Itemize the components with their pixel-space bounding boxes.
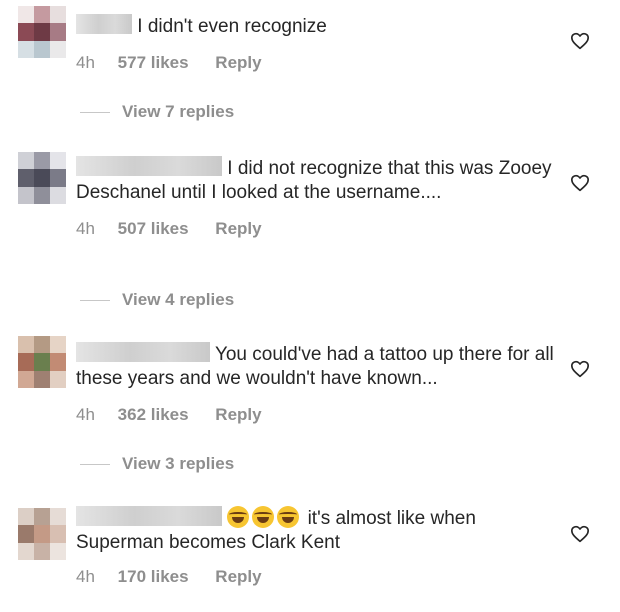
face-with-tears-of-joy-icon [252,506,275,528]
face-with-tears-of-joy-icon [227,506,250,528]
blurred-username[interactable] [76,506,222,526]
comment-meta: 4h 507 likes Reply [76,219,556,239]
blurred-username[interactable] [76,156,222,176]
comment-body: it's almost like when Superman becomes C… [76,506,556,587]
comment-meta: 4h 577 likes Reply [76,53,556,73]
blurred-username[interactable] [76,342,210,362]
blurred-username[interactable] [76,14,132,34]
comment-time: 4h [76,405,95,424]
comment-time: 4h [76,53,95,72]
heart-icon[interactable] [570,525,590,543]
avatar[interactable] [18,152,66,204]
comment-meta: 4h 170 likes Reply [76,567,556,587]
comment-time: 4h [76,567,95,586]
replies-divider [80,300,110,302]
replies-divider [80,112,110,114]
reply-button[interactable]: Reply [215,405,261,424]
heart-icon[interactable] [570,32,590,50]
like-count[interactable]: 507 likes [118,219,189,238]
reply-button[interactable]: Reply [215,219,261,238]
avatar[interactable] [18,508,66,560]
reply-button[interactable]: Reply [215,53,261,72]
avatar[interactable] [18,6,66,58]
heart-icon[interactable] [570,360,590,378]
like-count[interactable]: 577 likes [118,53,189,72]
view-replies-link[interactable]: View 4 replies [80,290,234,310]
comment-text: I didn't even recognize [137,16,327,37]
comment-body: I didn't even recognize 4h 577 likes Rep… [76,14,556,73]
comment-time: 4h [76,219,95,238]
like-count[interactable]: 362 likes [118,405,189,424]
comment-body: I did not recognize that this was Zooey … [76,156,556,239]
comment-meta: 4h 362 likes Reply [76,405,556,425]
view-replies-link[interactable]: View 7 replies [80,102,234,122]
view-replies-link[interactable]: View 3 replies [80,454,234,474]
heart-icon[interactable] [570,174,590,192]
face-with-tears-of-joy-icon [277,506,300,528]
like-count[interactable]: 170 likes [118,567,189,586]
reply-button[interactable]: Reply [215,567,261,586]
avatar[interactable] [18,336,66,388]
comment-body: You could've had a tattoo up there for a… [76,342,556,425]
replies-divider [80,464,110,466]
